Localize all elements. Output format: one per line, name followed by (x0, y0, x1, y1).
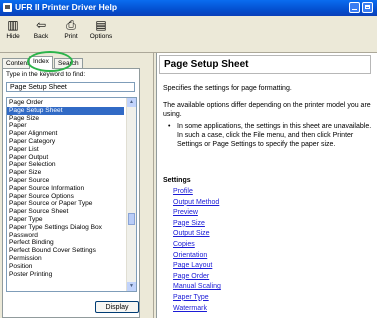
index-list-item[interactable]: Paper Category (7, 138, 124, 146)
keyword-prompt: Type in the keyword to find: (6, 71, 86, 78)
settings-link[interactable]: Output Method (173, 198, 221, 209)
index-list-item[interactable]: Paper Source or Paper Type (7, 200, 124, 208)
scroll-up-arrow-icon[interactable]: ▲ (127, 98, 136, 107)
print-icon: ⎙ (66, 18, 76, 32)
index-list-item[interactable]: Perfect Binding (7, 239, 124, 247)
options-button[interactable]: ▤ Options (87, 18, 115, 41)
content-pane: Page Setup Sheet Specifies the settings … (156, 53, 377, 318)
print-button[interactable]: ⎙ Print (60, 18, 82, 41)
index-list-item[interactable]: Page Order (7, 99, 124, 107)
application-note-text: In some applications, the settings in th… (177, 123, 372, 148)
settings-link[interactable]: Paper Type (173, 293, 221, 304)
index-list-item[interactable]: Perfect Bound Cover Settings (7, 247, 124, 255)
hide-button[interactable]: ▥ Hide (2, 18, 24, 41)
settings-link[interactable]: Orientation (173, 251, 221, 262)
settings-link[interactable]: Profile (173, 187, 221, 198)
index-list[interactable]: Page Order Page Setup Sheet Page Size Paper… (6, 97, 137, 292)
window-title: UFR II Printer Driver Help (15, 2, 118, 12)
index-list-item[interactable]: Page Size (7, 115, 124, 123)
maximize-icon[interactable] (362, 2, 373, 13)
options-label: Options (89, 33, 113, 40)
settings-link[interactable]: Output Size (173, 229, 221, 240)
keyword-input[interactable]: Page Setup Sheet (6, 82, 135, 92)
page-title: Page Setup Sheet (164, 59, 249, 70)
index-list-item[interactable]: Paper Alignment (7, 130, 124, 138)
index-list-item[interactable]: Paper List (7, 146, 124, 154)
options-note-text: The available options differ depending o… (163, 102, 371, 118)
printer-app-icon (3, 3, 12, 12)
navigation-pane: Contents Index Search Type in the keywor… (0, 53, 153, 318)
minimize-icon[interactable] (349, 2, 360, 13)
settings-link[interactable]: Page Size (173, 219, 221, 230)
title-bar: UFR II Printer Driver Help (0, 0, 377, 16)
index-list-item[interactable]: Paper Source Options (7, 193, 124, 201)
settings-links: Profile Output Method Preview Page Size Outp… (173, 187, 221, 314)
toolbar: ▥ Hide ⇦ Back ⎙ Print ▤ Options (0, 16, 377, 53)
settings-heading: Settings (163, 177, 191, 184)
index-list-item[interactable]: Permission (7, 255, 124, 263)
scroll-thumb[interactable] (128, 213, 135, 225)
index-list-item[interactable]: Paper Source Information (7, 185, 124, 193)
index-list-item[interactable]: Page Setup Sheet (7, 106, 124, 115)
bullet-icon: • (168, 123, 171, 130)
hide-icon: ▥ (7, 18, 19, 32)
hide-label: Hide (6, 33, 20, 40)
display-button[interactable]: Display (95, 301, 139, 313)
index-items: Page Order Page Setup Sheet Page Size Paper… (7, 98, 136, 278)
print-label: Print (64, 33, 78, 40)
index-list-item[interactable]: Paper Source Sheet (7, 208, 124, 216)
index-list-item[interactable]: Paper Size (7, 169, 124, 177)
index-list-item[interactable]: Position (7, 263, 124, 271)
index-list-item[interactable]: Paper Source (7, 177, 124, 185)
index-list-item[interactable]: Paper Output (7, 154, 124, 162)
index-list-item[interactable]: Paper Type (7, 216, 124, 224)
settings-link[interactable]: Manual Scaling (173, 282, 221, 293)
settings-link[interactable]: Page Layout (173, 261, 221, 272)
index-list-item[interactable]: Paper (7, 122, 124, 130)
intro-text: Specifies the settings for page formatti… (163, 85, 292, 92)
options-icon: ▤ (95, 18, 107, 32)
highlight-circle (27, 51, 73, 72)
heading-bar: Page Setup Sheet (159, 55, 371, 74)
settings-link[interactable]: Page Order (173, 272, 221, 283)
back-label: Back (33, 33, 49, 40)
back-button[interactable]: ⇦ Back (30, 18, 52, 41)
scroll-down-arrow-icon[interactable]: ▼ (127, 282, 136, 291)
index-scrollbar[interactable]: ▲ ▼ (126, 98, 136, 291)
settings-link[interactable]: Watermark (173, 304, 221, 315)
index-list-item[interactable]: Password (7, 232, 124, 240)
settings-link[interactable]: Preview (173, 208, 221, 219)
back-icon: ⇦ (35, 18, 47, 32)
index-list-item[interactable]: Poster Printing (7, 271, 124, 279)
application-note: • In some applications, the settings in … (168, 122, 373, 149)
settings-link[interactable]: Copies (173, 240, 221, 251)
index-panel: Type in the keyword to find: Page Setup … (2, 68, 140, 318)
index-list-item[interactable]: Paper Type Settings Dialog Box (7, 224, 124, 232)
index-list-item[interactable]: Paper Selection (7, 161, 124, 169)
